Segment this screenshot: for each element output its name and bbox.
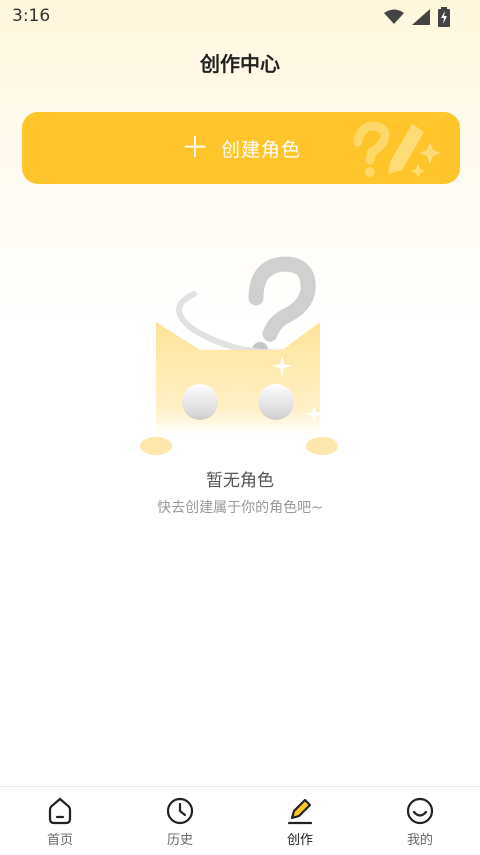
pencil-sparkle-decoration [353,121,441,178]
create-role-label: 创建角色 [221,138,302,161]
signal-icon [412,9,430,25]
pencil-icon [287,798,313,825]
plus-icon: ＋ [180,131,209,164]
empty-cat-illustration [140,256,338,455]
status-time: 3:16 [12,6,51,26]
tab-mine-label: 我的 [406,833,433,848]
tab-home[interactable]: 首页 [0,787,120,855]
home-icon [48,797,72,825]
tab-create-label: 创作 [286,833,313,848]
status-icons [384,7,450,27]
tab-mine[interactable]: 我的 [360,787,480,855]
tab-history-label: 历史 [166,833,193,848]
tab-history[interactable]: 历史 [120,787,240,855]
wifi-icon [384,9,404,24]
bottom-tab-bar: 首页 历史 创作 我的 [0,786,480,855]
create-role-button[interactable]: ＋ 创建角色 [22,112,460,184]
page-title: 创作中心 [200,52,280,76]
tab-home-label: 首页 [46,833,73,848]
smile-icon [406,797,434,825]
battery-icon [438,7,450,27]
empty-state-subtitle: 快去创建属于你的角色吧~ [157,500,323,516]
status-bar: 3:16 [0,0,480,34]
tab-create[interactable]: 创作 [240,787,360,855]
empty-state-title: 暂无角色 [206,471,274,491]
clock-icon [166,797,194,825]
